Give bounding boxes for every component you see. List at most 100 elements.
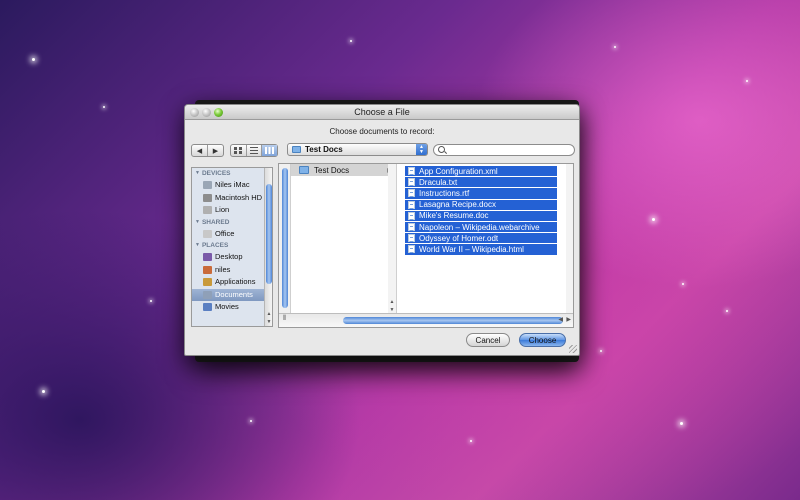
file-row[interactable]: Napoleon – Wikipedia.webarchive bbox=[405, 220, 557, 233]
folder-path-popup[interactable]: Test Docs ▲ ▼ bbox=[287, 143, 428, 156]
back-button[interactable]: ◀ bbox=[192, 145, 208, 156]
sidebar-item-label: Macintosh HD bbox=[215, 192, 263, 202]
popup-arrows-icon: ▲ ▼ bbox=[416, 144, 427, 155]
scroll-left-arrow[interactable]: ◀ bbox=[558, 316, 563, 323]
sidebar-item-label: Office bbox=[215, 228, 235, 238]
document-icon bbox=[408, 178, 415, 187]
star-decoration bbox=[682, 283, 684, 285]
sidebar-item-label: Lion bbox=[215, 205, 230, 214]
sidebar-item-lion[interactable]: Lion bbox=[192, 204, 272, 217]
resize-grip-icon[interactable] bbox=[569, 345, 577, 353]
star-decoration bbox=[614, 46, 616, 48]
star-decoration bbox=[250, 420, 252, 422]
cancel-button[interactable]: Cancel bbox=[466, 333, 510, 347]
choose-file-dialog: Choose a File Choose documents to record… bbox=[184, 104, 580, 356]
star-decoration bbox=[680, 422, 683, 425]
file-name: App Configuration.xml bbox=[419, 166, 498, 176]
star-decoration bbox=[652, 218, 655, 221]
title-bar[interactable]: Choose a File bbox=[185, 105, 579, 120]
sidebar-heading-devices[interactable]: ▼ DEVICES bbox=[192, 168, 272, 179]
file-list: App Configuration.xml Dracula.txt Instruct… bbox=[405, 165, 573, 255]
hard-drive-icon bbox=[203, 193, 212, 202]
file-row[interactable]: App Configuration.xml bbox=[405, 165, 557, 177]
list-view-button[interactable] bbox=[247, 145, 263, 156]
horizontal-scrollbar[interactable]: ⦀ ◀ ▶ bbox=[279, 313, 573, 327]
sidebar-item-macintosh-hd[interactable]: Macintosh HD bbox=[192, 192, 272, 205]
star-decoration bbox=[350, 40, 352, 42]
sidebar-heading-label: SHARED bbox=[201, 218, 230, 226]
sidebar-heading-shared[interactable]: ▼ SHARED bbox=[192, 217, 272, 228]
search-icon bbox=[438, 146, 445, 153]
network-computer-icon bbox=[203, 229, 212, 238]
document-icon bbox=[408, 211, 415, 220]
file-row[interactable]: World War II – Wikipedia.html bbox=[405, 243, 557, 255]
document-icon bbox=[408, 223, 415, 232]
back-forward-control: ◀ ▶ bbox=[191, 144, 224, 157]
sidebar-item-label: Movies bbox=[215, 302, 239, 311]
file-row[interactable]: Odyssey of Homer.odt bbox=[405, 232, 557, 244]
sidebar-item-label: Niles iMac bbox=[215, 180, 250, 189]
file-row[interactable]: Lasagna Recipe.docx bbox=[405, 198, 557, 210]
folder-column-scrollbar[interactable]: ▲ ▼ bbox=[388, 164, 396, 314]
sidebar-item-applications[interactable]: Applications bbox=[192, 276, 272, 289]
file-row[interactable]: Instructions.rtf bbox=[405, 187, 557, 199]
column-view-button[interactable] bbox=[262, 145, 278, 156]
choose-button[interactable]: Choose bbox=[519, 333, 566, 347]
sidebar-heading-label: PLACES bbox=[201, 242, 229, 249]
disclosure-triangle-icon[interactable]: ▼ bbox=[195, 217, 200, 228]
sidebar-item-movies[interactable]: Movies bbox=[192, 301, 272, 314]
left-column-scrollbar[interactable] bbox=[279, 164, 291, 314]
files-column-scrollbar[interactable] bbox=[566, 164, 573, 314]
scroll-up-arrow[interactable]: ▲ bbox=[388, 298, 396, 306]
sidebar-item-desktop[interactable]: Desktop bbox=[192, 251, 272, 264]
icon-view-button[interactable] bbox=[231, 145, 247, 156]
sidebar-item-niles-imac[interactable]: Niles iMac bbox=[192, 179, 272, 192]
sidebar-list: ▼ DEVICES Niles iMac Macintosh HD Lion ▼ SHARE… bbox=[192, 168, 272, 314]
computer-icon bbox=[203, 181, 212, 190]
sidebar-item-label: niles bbox=[215, 264, 231, 274]
sidebar-item-label: Applications bbox=[215, 277, 256, 286]
toolbar: ◀ ▶ Test Docs ▲ ▼ bbox=[185, 143, 579, 159]
document-icon bbox=[408, 189, 415, 198]
file-name: Napoleon – Wikipedia.webarchive bbox=[419, 222, 540, 232]
file-name: World War II – Wikipedia.html bbox=[419, 244, 524, 254]
sidebar-item-label: Documents bbox=[215, 289, 253, 299]
file-name: Lasagna Recipe.docx bbox=[419, 200, 496, 210]
sidebar-item-office[interactable]: Office bbox=[192, 228, 272, 241]
sidebar-item-documents[interactable]: Documents bbox=[192, 288, 272, 301]
scroll-up-arrow[interactable]: ▲ bbox=[265, 310, 272, 318]
forward-button[interactable]: ▶ bbox=[208, 145, 223, 156]
list-view-icon bbox=[250, 147, 258, 154]
file-name: Mike's Resume.doc bbox=[419, 211, 489, 221]
horizontal-scroll-thumb[interactable] bbox=[343, 317, 563, 324]
folder-label: Test Docs bbox=[314, 165, 350, 175]
scroll-right-arrow[interactable]: ▶ bbox=[566, 316, 571, 323]
star-decoration bbox=[103, 106, 105, 108]
dialog-title: Choose a File bbox=[354, 107, 410, 117]
folder-row[interactable]: Test Docs ▶ bbox=[291, 164, 396, 176]
document-icon bbox=[408, 245, 415, 254]
folder-column: Test Docs ▶ ▲ ▼ bbox=[291, 164, 397, 314]
sidebar-item-niles[interactable]: niles bbox=[192, 264, 272, 277]
disclosure-triangle-icon[interactable]: ▼ bbox=[195, 240, 200, 251]
star-decoration bbox=[726, 310, 728, 312]
file-row[interactable]: Mike's Resume.doc bbox=[405, 209, 557, 221]
document-icon bbox=[408, 200, 415, 209]
file-row[interactable]: Dracula.txt bbox=[405, 176, 557, 188]
star-decoration bbox=[600, 350, 602, 352]
sidebar-heading-places[interactable]: ▼ PLACES bbox=[192, 240, 272, 251]
current-folder-label: Test Docs bbox=[305, 145, 343, 154]
sidebar-scrollbar[interactable]: ▲ ▼ bbox=[264, 168, 272, 326]
sidebar-item-label: Desktop bbox=[215, 252, 243, 261]
icon-view-icon bbox=[234, 147, 243, 154]
star-decoration bbox=[32, 58, 35, 61]
resize-columns-icon[interactable]: ⦀ bbox=[283, 315, 286, 323]
search-field[interactable] bbox=[433, 144, 575, 156]
scroll-down-arrow[interactable]: ▼ bbox=[265, 318, 272, 326]
disclosure-triangle-icon[interactable]: ▼ bbox=[195, 168, 200, 179]
left-scroll-thumb[interactable] bbox=[282, 168, 288, 308]
sidebar-heading-label: DEVICES bbox=[201, 170, 231, 177]
star-decoration bbox=[470, 440, 472, 442]
sidebar-scroll-thumb[interactable] bbox=[266, 184, 272, 284]
view-mode-control bbox=[230, 144, 278, 157]
